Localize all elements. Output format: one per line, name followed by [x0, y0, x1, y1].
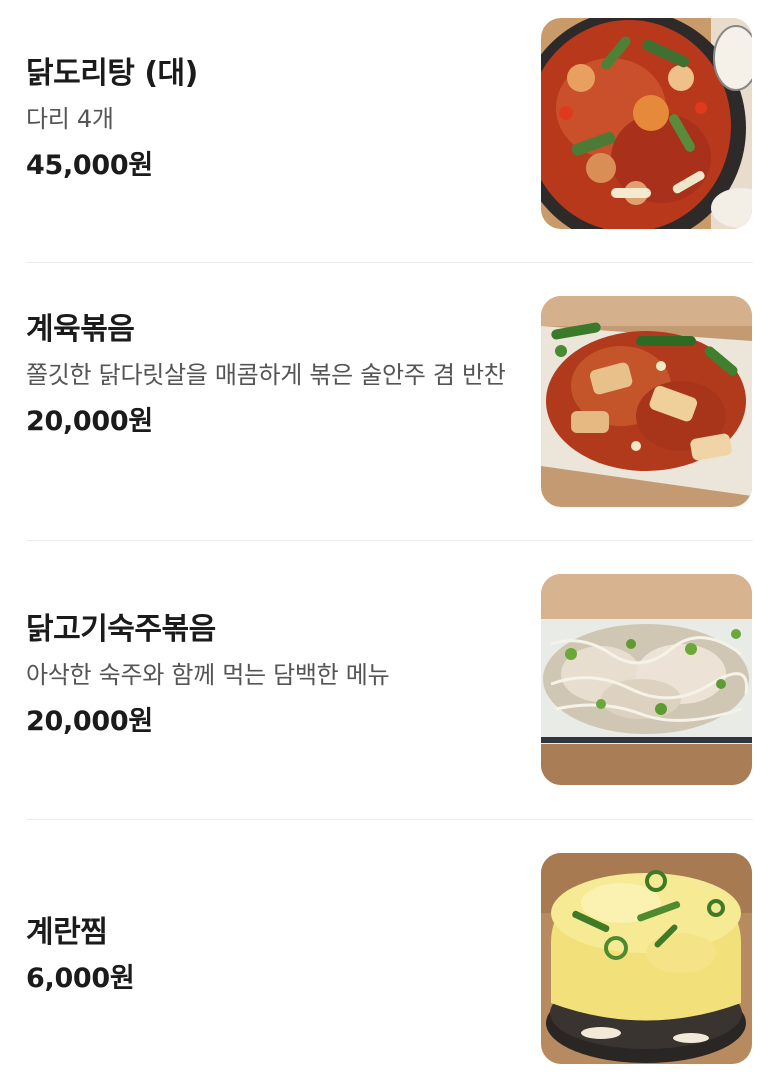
- menu-item-gyeyuk-bokkeum[interactable]: 계육볶음 쫄깃한 닭다릿살을 매콤하게 볶은 술안주 겸 반찬 20,000원: [0, 296, 773, 508]
- menu-item-name: 닭고기숙주볶음: [26, 612, 216, 647]
- menu-item-text: 계육볶음 쫄깃한 닭다릿살을 매콤하게 볶은 술안주 겸 반찬 20,000원: [26, 310, 506, 440]
- menu-item-photo[interactable]: [541, 296, 752, 507]
- menu-item-photo[interactable]: [541, 574, 752, 785]
- menu-item-description: 아삭한 숙주와 함께 먹는 담백한 메뉴: [26, 661, 390, 689]
- steamed-egg-photo: [541, 853, 752, 1064]
- menu-item-text: 닭도리탕 (대) 다리 4개 45,000원: [26, 54, 506, 184]
- menu-item-price: 6,000원: [26, 963, 135, 994]
- braised-spicy-chicken-photo: [541, 18, 752, 229]
- divider: [26, 262, 753, 263]
- chicken-bean-sprout-photo: [541, 574, 752, 785]
- menu-item-steamed-egg[interactable]: 계란찜 6,000원: [0, 853, 773, 1065]
- menu-item-price: 20,000원: [26, 706, 153, 737]
- menu-item-text: 계란찜 6,000원: [26, 913, 506, 997]
- menu-item-price: 20,000원: [26, 406, 153, 437]
- menu-item-chicken-bean-sprout[interactable]: 닭고기숙주볶음 아삭한 숙주와 함께 먹는 담백한 메뉴 20,000원: [0, 574, 773, 786]
- menu-item-name: 닭도리탕 (대): [26, 56, 198, 91]
- menu-item-dakdoritang[interactable]: 닭도리탕 (대) 다리 4개 45,000원: [0, 18, 773, 230]
- menu-item-name: 계란찜: [26, 915, 108, 950]
- menu-item-name: 계육볶음: [26, 312, 135, 347]
- menu-item-text: 닭고기숙주볶음 아삭한 숙주와 함께 먹는 담백한 메뉴 20,000원: [26, 610, 506, 740]
- menu-item-description: 다리 4개: [26, 105, 114, 133]
- menu-item-price: 45,000원: [26, 150, 153, 181]
- divider: [26, 540, 753, 541]
- menu-item-description: 쫄깃한 닭다릿살을 매콤하게 볶은 술안주 겸 반찬: [26, 361, 506, 389]
- menu-item-photo[interactable]: [541, 853, 752, 1064]
- divider: [26, 819, 753, 820]
- menu-item-photo[interactable]: [541, 18, 752, 229]
- stir-fried-chicken-photo: [541, 296, 752, 507]
